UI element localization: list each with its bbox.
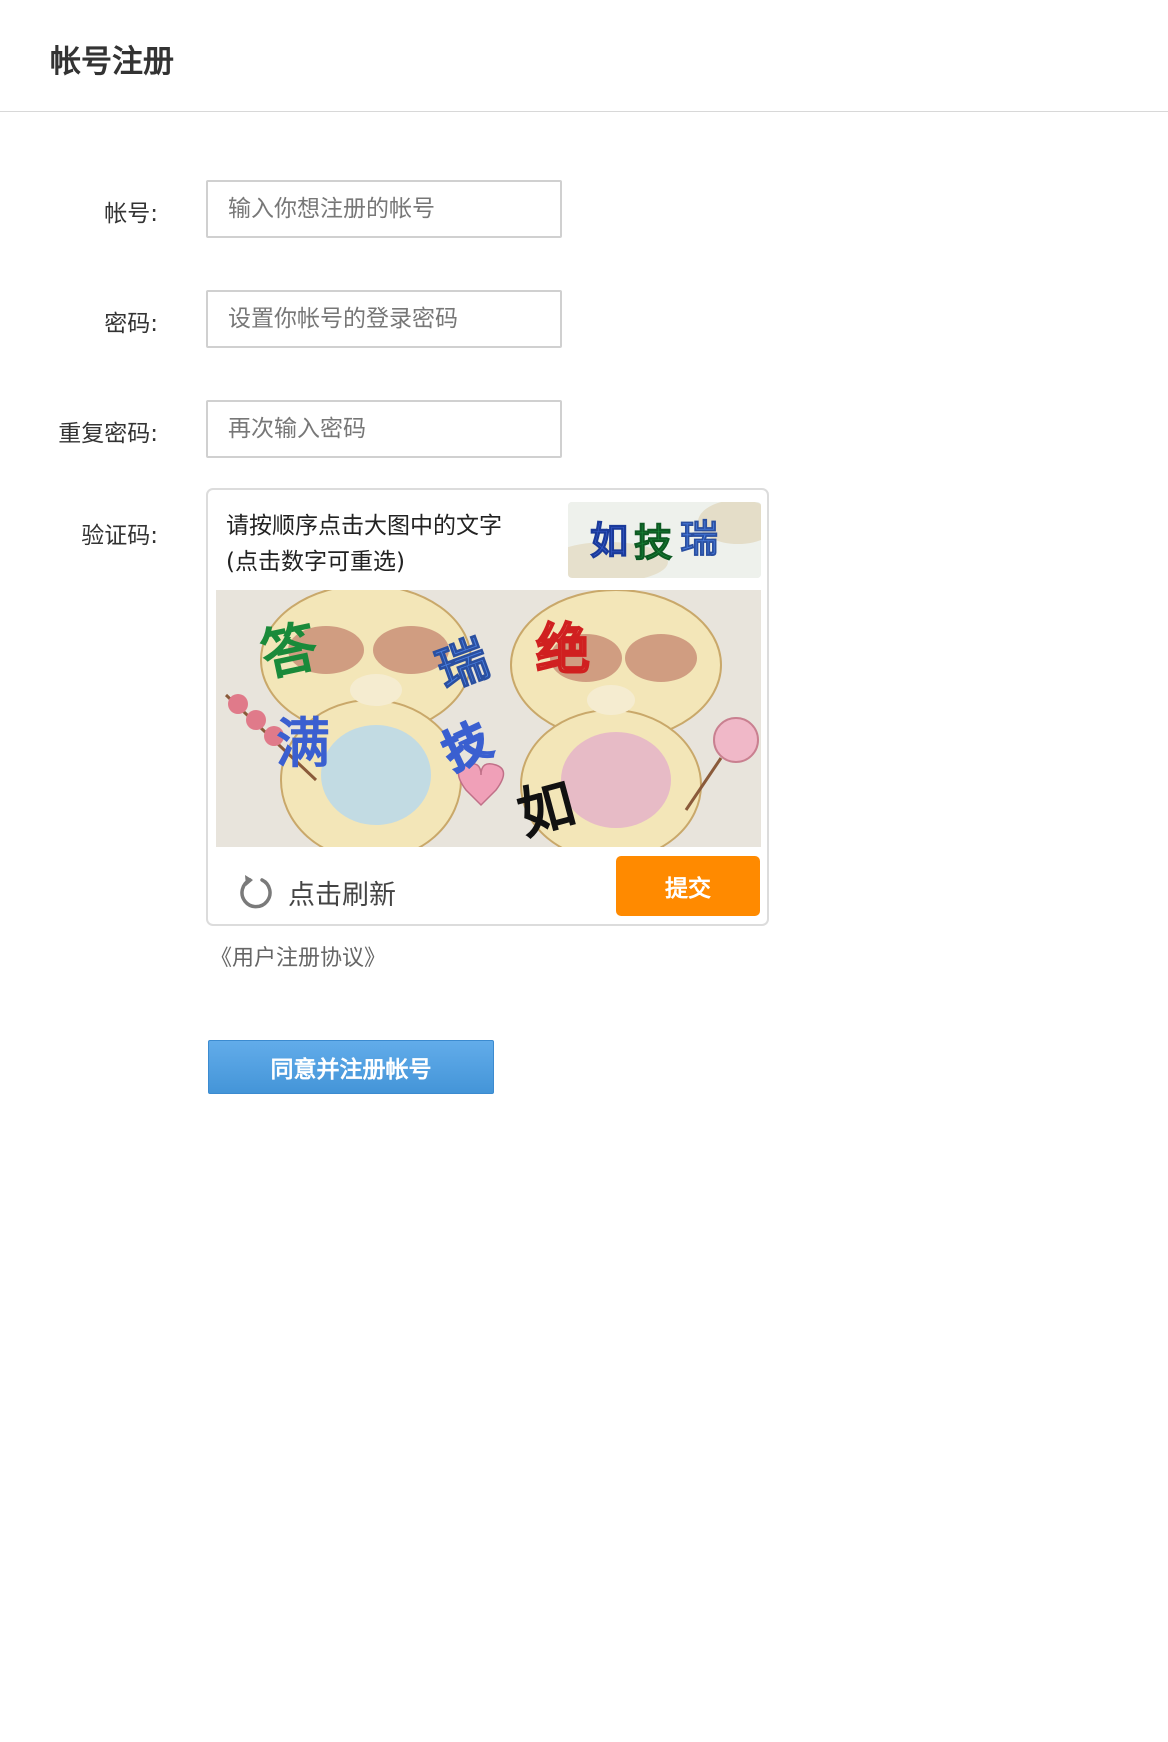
- captcha-click-image[interactable]: 答 瑞 绝 满 技 如: [216, 590, 761, 847]
- page-header: 帐号注册: [0, 0, 1168, 112]
- password-label: 密码:: [104, 311, 158, 337]
- captcha-refresh-button[interactable]: 点击刷新: [236, 864, 396, 920]
- captcha-instructions: 请按顺序点击大图中的文字 (点击数字可重选): [226, 508, 526, 580]
- captcha-sequence-char-2[interactable]: 技: [634, 521, 673, 566]
- captcha-instruction-main: 请按顺序点击大图中的文字: [226, 513, 502, 539]
- captcha-sequence-char-1[interactable]: 如: [590, 519, 629, 564]
- captcha-image-char-man[interactable]: 满: [276, 712, 330, 775]
- refresh-label: 点击刷新: [288, 879, 396, 911]
- refresh-icon: [240, 875, 272, 909]
- register-button[interactable]: 同意并注册帐号: [208, 1040, 494, 1094]
- page-title: 帐号注册: [50, 44, 174, 80]
- password-input[interactable]: [206, 290, 562, 348]
- confirm-password-input[interactable]: [206, 400, 562, 458]
- captcha-image-char-jue[interactable]: 绝: [535, 617, 591, 682]
- captcha-label: 验证码:: [81, 523, 158, 549]
- user-agreement-link[interactable]: 《用户注册协议》: [210, 940, 386, 972]
- captcha-sequence-image[interactable]: 如 技 瑞: [568, 502, 761, 578]
- account-input[interactable]: [206, 180, 562, 238]
- captcha-instruction-hint: (点击数字可重选): [226, 549, 405, 575]
- account-label: 帐号:: [104, 201, 158, 227]
- captcha-sequence-char-3[interactable]: 瑞: [680, 517, 719, 562]
- captcha-submit-button[interactable]: 提交: [616, 856, 760, 916]
- confirm-password-label: 重复密码:: [58, 421, 158, 447]
- captcha-widget: 请按顺序点击大图中的文字 (点击数字可重选) 如 技 瑞 答 瑞 绝 满 技 如…: [206, 488, 769, 926]
